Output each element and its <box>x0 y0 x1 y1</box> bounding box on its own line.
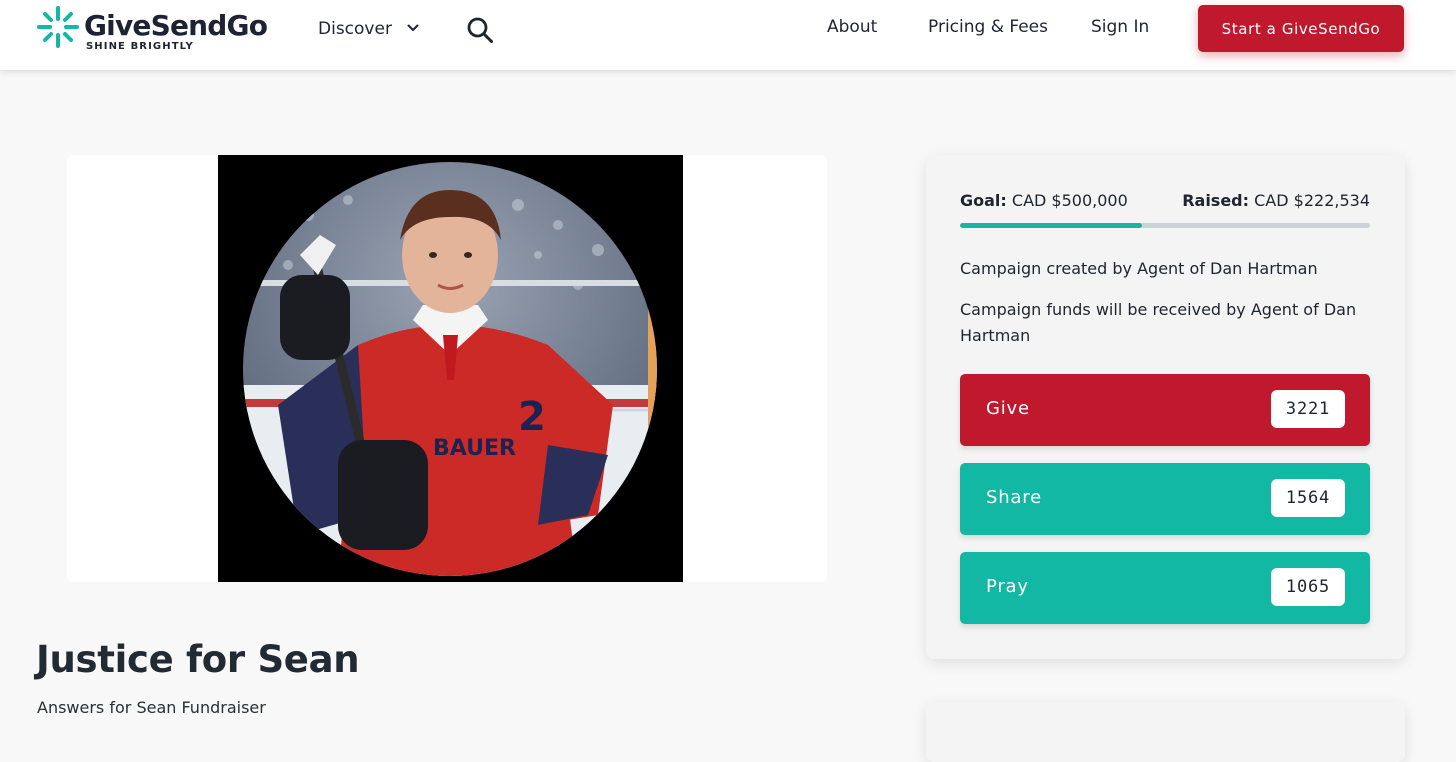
hockey-player-photo: 2 BAUER <box>243 162 657 576</box>
pray-count: 1065 <box>1271 568 1345 606</box>
goal-value: CAD $500,000 <box>1011 191 1128 210</box>
campaign-recipient: Campaign funds will be received by Agent… <box>960 297 1370 349</box>
pray-label: Pray <box>986 576 1029 597</box>
goal-label: Goal: <box>960 191 1007 210</box>
fundraising-progress-bar <box>960 223 1370 228</box>
share-button[interactable]: Share 1564 <box>960 463 1370 535</box>
share-count: 1564 <box>1271 479 1345 517</box>
search-icon[interactable] <box>466 16 494 44</box>
chevron-down-icon <box>407 17 419 37</box>
creator-name[interactable]: Agent of Dan Hartman <box>1137 259 1318 278</box>
top-navbar: GiveSendGo SHINE BRIGHTLY Discover About… <box>0 0 1456 70</box>
give-count: 3221 <box>1271 390 1345 428</box>
recipient-prefix: Campaign funds will be received by <box>960 300 1251 319</box>
brand-name: GiveSendGo <box>84 9 268 42</box>
campaign-media-card: 2 BAUER <box>67 155 827 582</box>
nav-about-link[interactable]: About <box>827 17 877 39</box>
nav-pricing-link[interactable]: Pricing & Fees <box>928 17 1048 39</box>
creator-prefix: Campaign created by <box>960 259 1138 278</box>
nav-discover-dropdown[interactable]: Discover <box>318 17 419 39</box>
starburst-logo-icon <box>37 6 79 48</box>
brand-tagline: SHINE BRIGHTLY <box>86 41 194 52</box>
start-givesendgo-button[interactable]: Start a GiveSendGo <box>1198 5 1404 52</box>
svg-text:BAUER: BAUER <box>433 436 516 461</box>
pray-button[interactable]: Pray 1065 <box>960 552 1370 624</box>
nav-discover-label: Discover <box>318 19 392 39</box>
give-button[interactable]: Give 3221 <box>960 374 1370 446</box>
campaign-photo[interactable]: 2 BAUER <box>218 155 683 582</box>
givesendgo-logo[interactable]: GiveSendGo SHINE BRIGHTLY <box>36 5 268 55</box>
share-label: Share <box>986 487 1042 508</box>
raised-value: CAD $222,534 <box>1254 191 1370 210</box>
secondary-sidebar-card <box>926 702 1405 762</box>
raised-amount: Raised: CAD $222,534 <box>1182 191 1370 210</box>
goal-amount: Goal: CAD $500,000 <box>960 191 1128 210</box>
campaign-title: Justice for Sean <box>36 638 360 681</box>
progress-fill <box>960 223 1143 228</box>
give-label: Give <box>986 398 1030 419</box>
campaign-creator: Campaign created by Agent of Dan Hartman <box>960 256 1370 282</box>
nav-sign-in-link[interactable]: Sign In <box>1091 17 1149 39</box>
svg-text:2: 2 <box>518 394 546 440</box>
raised-label: Raised: <box>1182 191 1250 210</box>
donation-summary-card: Goal: CAD $500,000 Raised: CAD $222,534 … <box>926 155 1405 659</box>
campaign-subtitle: Answers for Sean Fundraiser <box>37 698 266 717</box>
